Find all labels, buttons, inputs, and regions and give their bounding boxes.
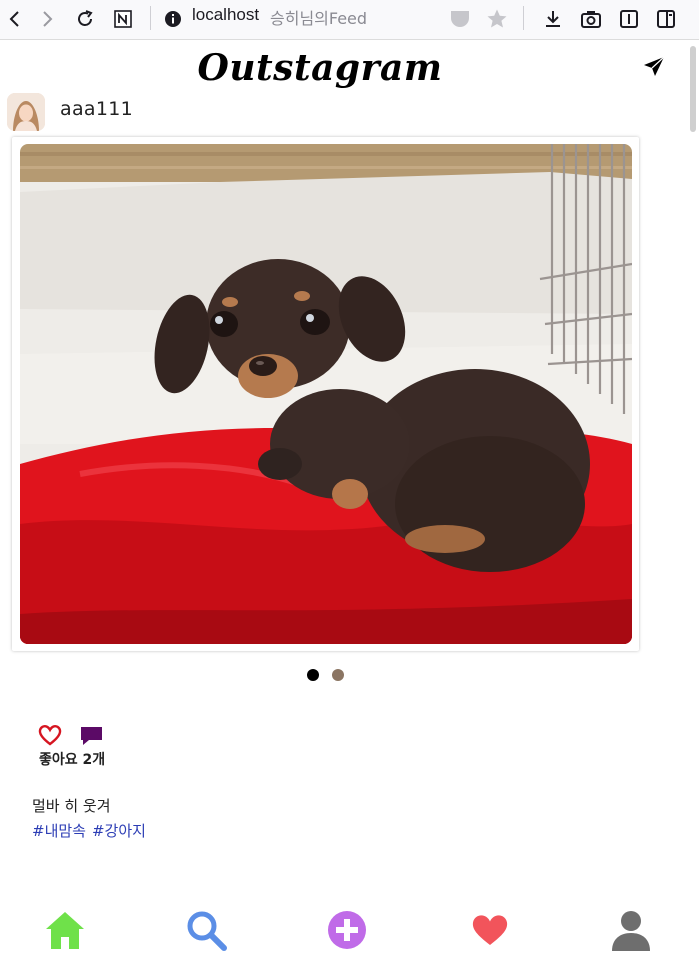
likes-count: 좋아요 2개 bbox=[39, 752, 106, 768]
post-image-frame bbox=[12, 137, 639, 651]
home-icon[interactable] bbox=[42, 907, 88, 953]
hashtag-list: #내맘속 #강아지 bbox=[32, 820, 152, 841]
carousel-dot-active[interactable] bbox=[307, 669, 319, 681]
post-caption: 멀바 히 웃겨 bbox=[32, 797, 111, 815]
notion-icon[interactable] bbox=[108, 4, 138, 34]
forward-icon[interactable] bbox=[32, 4, 62, 34]
search-icon[interactable] bbox=[183, 907, 229, 953]
paper-plane-icon[interactable] bbox=[642, 55, 666, 79]
bookmark-star-icon[interactable] bbox=[482, 4, 512, 34]
avatar[interactable] bbox=[7, 93, 45, 131]
browser-toolbar: localhost 승히님의Feed bbox=[0, 0, 699, 40]
download-icon[interactable] bbox=[538, 4, 568, 34]
screenshot-icon[interactable] bbox=[576, 4, 606, 34]
back-icon[interactable] bbox=[0, 4, 30, 34]
page-scrollbar[interactable] bbox=[687, 41, 699, 956]
pocket-icon[interactable] bbox=[445, 4, 475, 34]
reload-icon[interactable] bbox=[70, 4, 100, 34]
feed-page: Outstagram aaa111 좋아요 2개 멀바 히 웃겨 #내맘속 #강… bbox=[0, 41, 699, 956]
toolbar-divider bbox=[150, 6, 151, 30]
app-logo[interactable]: Outstagram bbox=[0, 47, 640, 89]
scrollbar-thumb[interactable] bbox=[690, 46, 696, 132]
tab-title: 승히님의Feed bbox=[270, 9, 368, 28]
url-host[interactable]: localhost bbox=[192, 5, 259, 25]
profile-icon[interactable] bbox=[608, 907, 654, 953]
carousel-dot[interactable] bbox=[332, 669, 344, 681]
comment-icon[interactable] bbox=[79, 725, 104, 747]
toolbar-divider bbox=[523, 6, 524, 30]
post-image[interactable] bbox=[20, 144, 632, 644]
hashtag[interactable]: #강아지 bbox=[92, 822, 146, 840]
hashtag[interactable]: #내맘속 bbox=[32, 822, 86, 840]
reader-icon[interactable] bbox=[614, 4, 644, 34]
add-post-icon[interactable] bbox=[324, 907, 370, 953]
activity-heart-icon[interactable] bbox=[467, 907, 513, 953]
sidebar-icon[interactable] bbox=[651, 4, 681, 34]
post-username[interactable]: aaa111 bbox=[60, 98, 133, 120]
bottom-nav bbox=[0, 903, 699, 956]
like-heart-icon[interactable] bbox=[38, 724, 62, 746]
info-icon[interactable] bbox=[158, 4, 188, 34]
